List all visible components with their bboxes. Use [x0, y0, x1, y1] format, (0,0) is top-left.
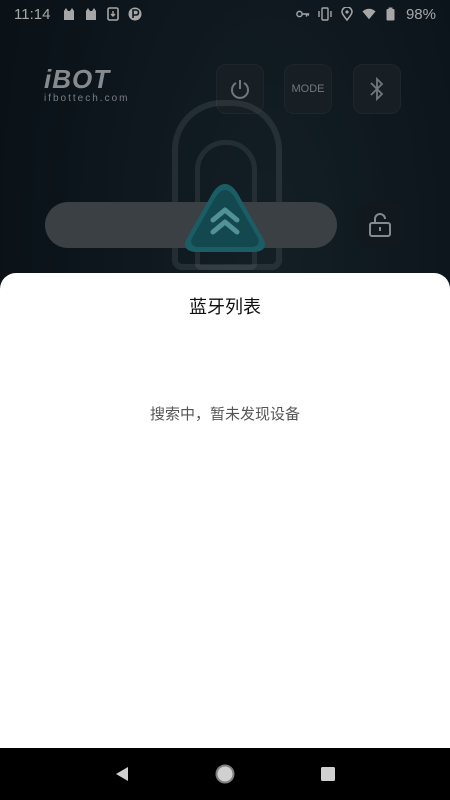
- bluetooth-list-sheet: 蓝牙列表 搜索中，暂未发现设备: [0, 273, 450, 748]
- back-button[interactable]: [110, 762, 134, 786]
- recents-button[interactable]: [316, 762, 340, 786]
- recents-icon: [321, 767, 336, 781]
- back-icon: [115, 767, 128, 781]
- home-icon: [215, 764, 235, 784]
- home-button[interactable]: [213, 762, 237, 786]
- scan-status-text: 搜索中，暂未发现设备: [149, 405, 300, 423]
- sheet-title: 蓝牙列表: [189, 297, 261, 318]
- navigation-bar: [0, 748, 450, 800]
